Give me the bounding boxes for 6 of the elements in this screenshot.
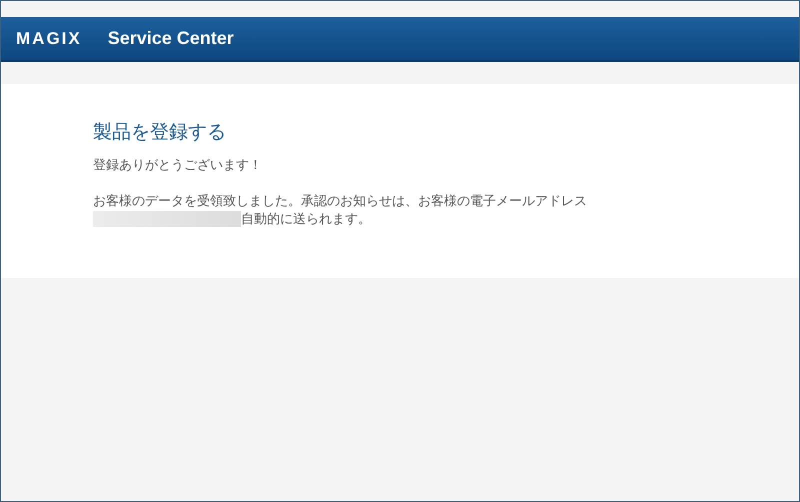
header-title: Service Center: [108, 27, 234, 50]
message-text: お客様のデータを受領致しました。承認のお知らせは、お客様の電子メールアドレス: [93, 192, 588, 210]
page-heading: 製品を登録する: [93, 121, 227, 145]
thanks-text: 登録ありがとうございます！: [93, 156, 263, 174]
message-end-text: 自動的に送られます。: [241, 210, 371, 228]
logo: MAGIX: [16, 28, 82, 50]
